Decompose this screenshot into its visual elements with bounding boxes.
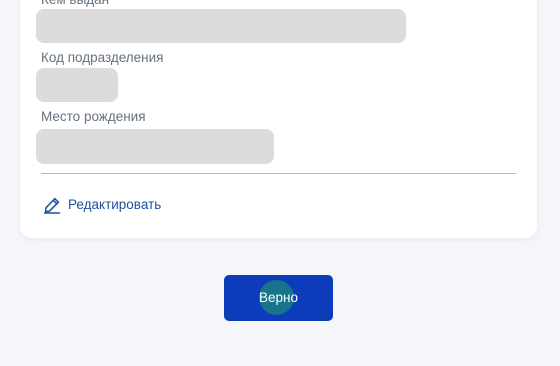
- division-code-field: [36, 68, 118, 102]
- division-code-label: Код подразделения: [41, 50, 164, 65]
- issued-by-field: [36, 9, 406, 43]
- birthplace-label: Место рождения: [41, 109, 146, 124]
- edit-link[interactable]: Редактировать: [43, 196, 161, 214]
- birthplace-field: [36, 129, 274, 164]
- passport-details-card: Кем выдан Код подразделения Место рожден…: [20, 0, 537, 238]
- divider: [41, 173, 516, 174]
- issued-by-label: Кем выдан: [41, 0, 109, 8]
- passport-confirmation-page: Кем выдан Код подразделения Место рожден…: [0, 0, 560, 366]
- pencil-icon: [43, 197, 61, 214]
- confirm-button-label: Верно: [259, 290, 298, 305]
- edit-link-label: Редактировать: [68, 197, 162, 212]
- confirm-button[interactable]: Верно: [224, 275, 333, 321]
